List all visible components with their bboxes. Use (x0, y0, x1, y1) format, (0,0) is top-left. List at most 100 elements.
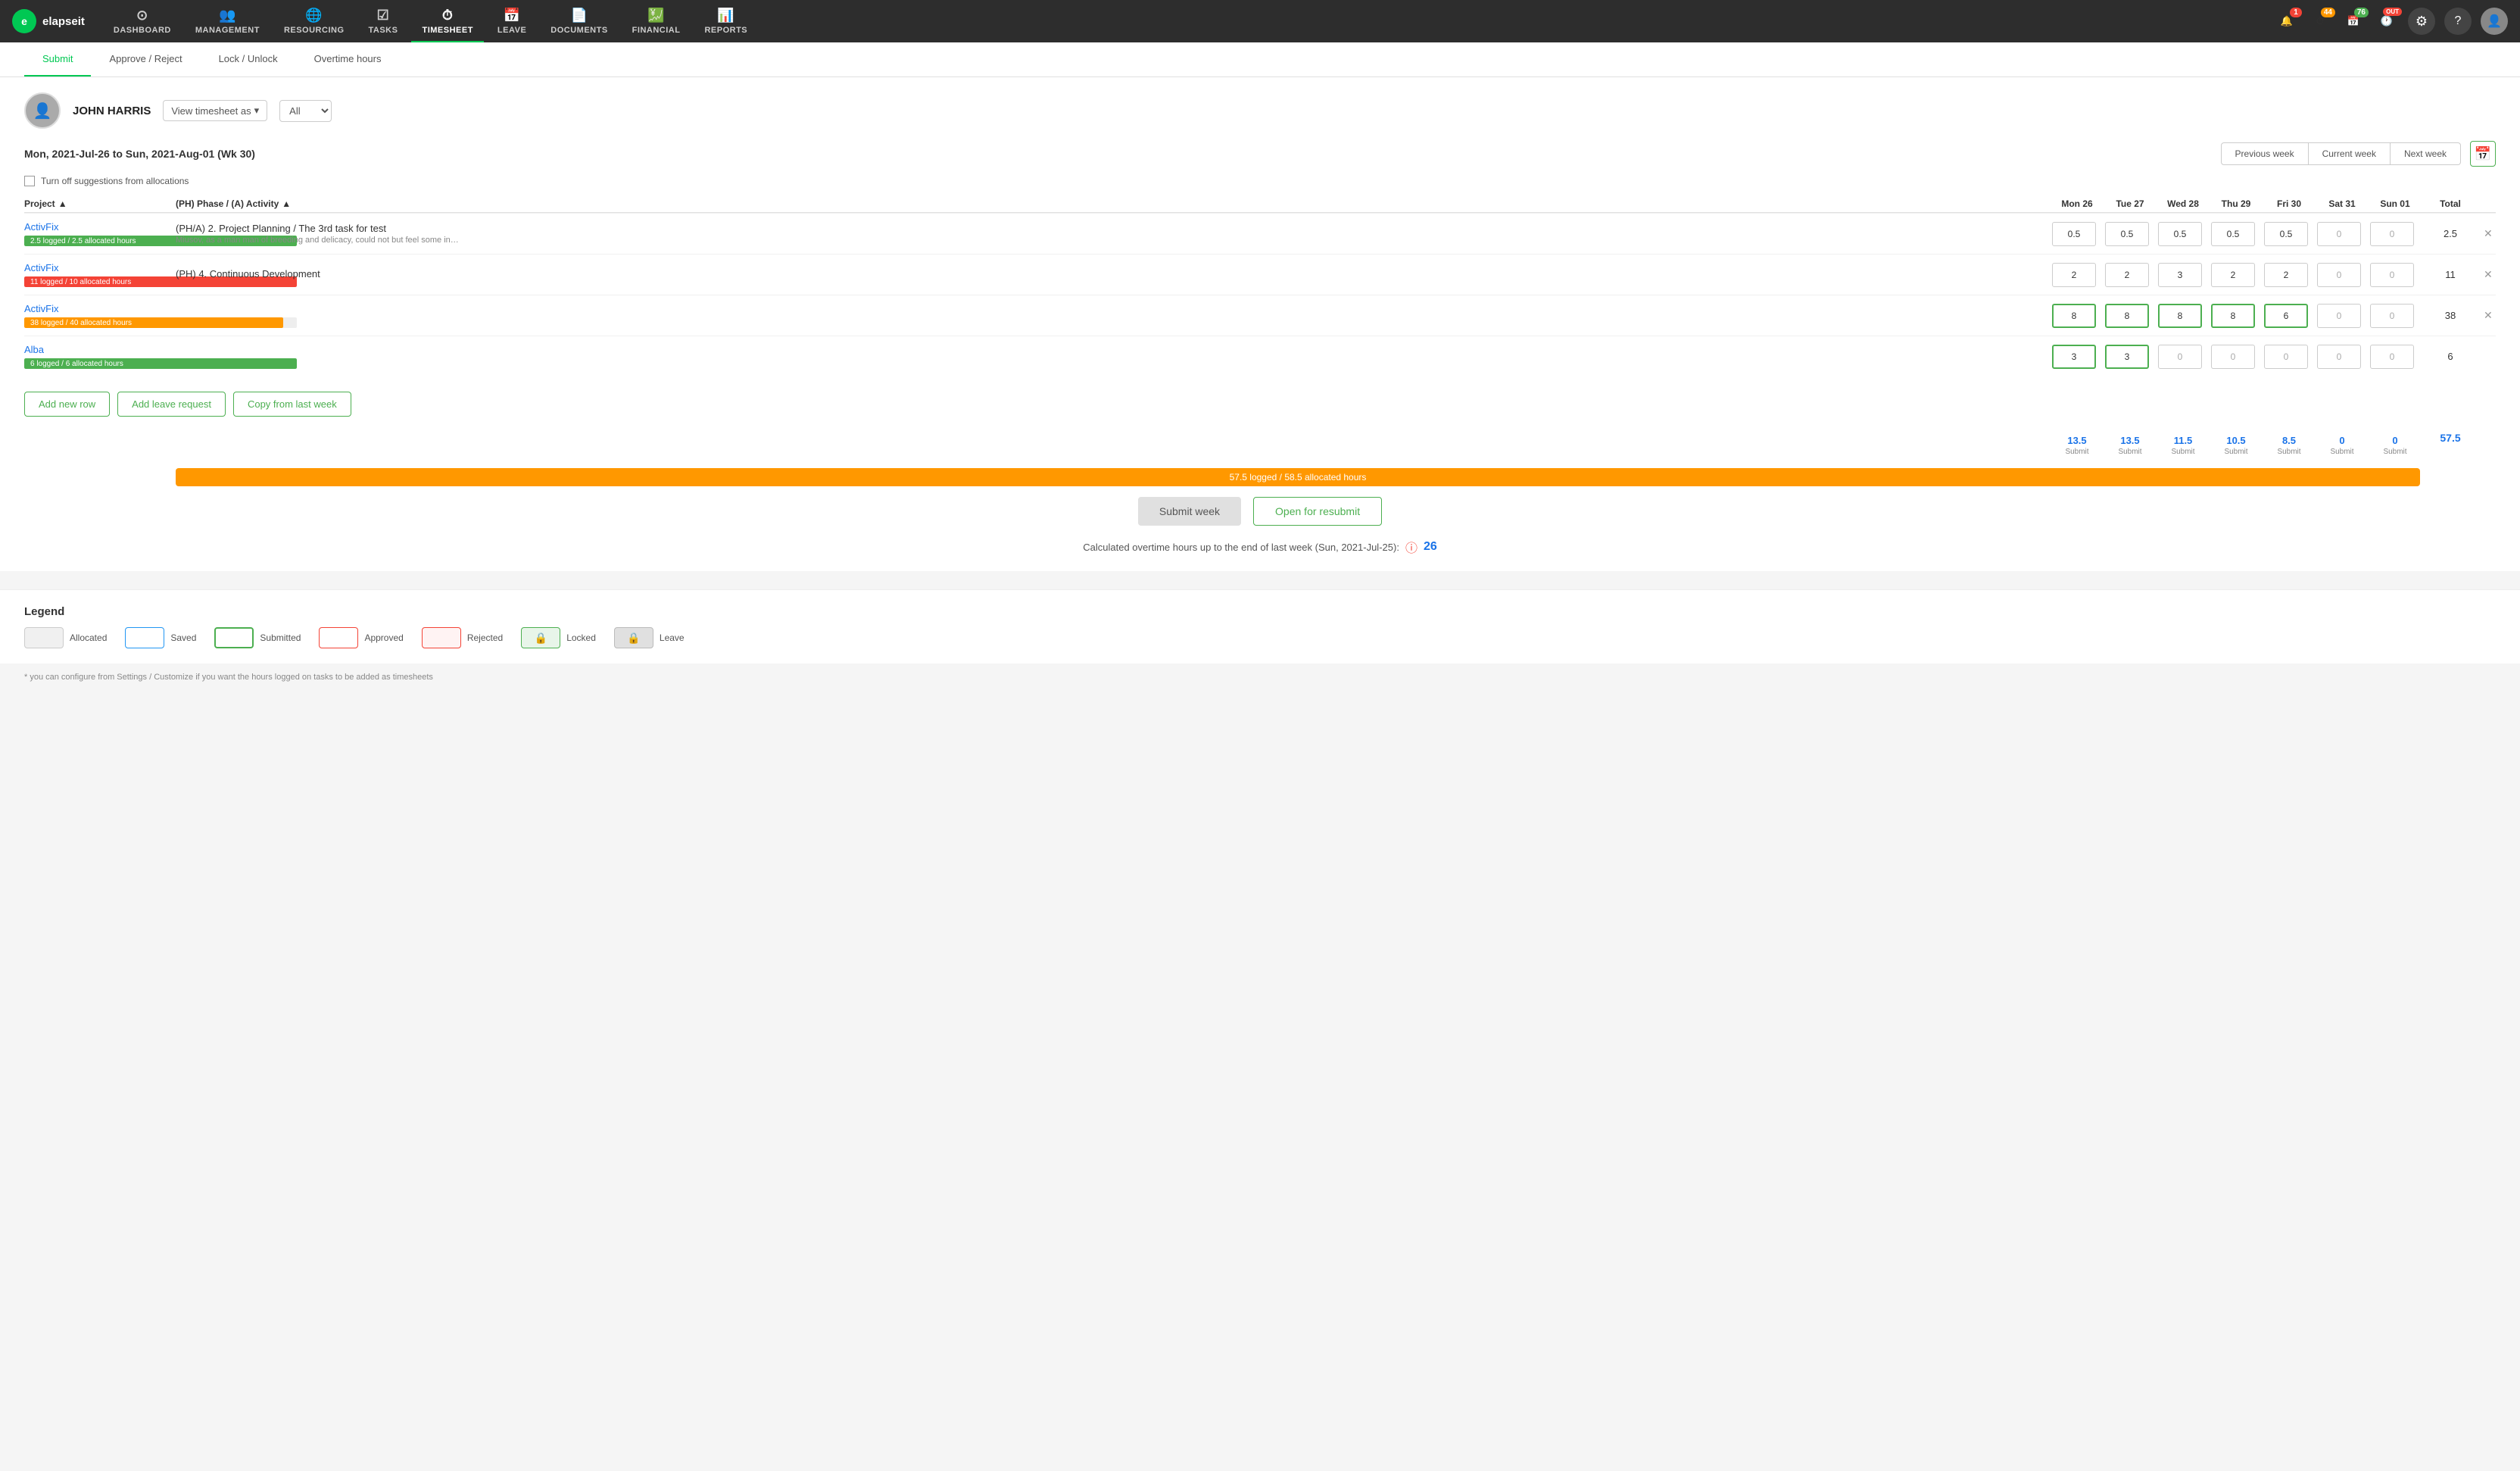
hour-input-3-wed[interactable] (2158, 304, 2202, 328)
nav-documents[interactable]: 📄 DOCUMENTS (540, 3, 618, 39)
totals-sum-section: 13.5 13.5 11.5 10.5 8.5 0 0 Submit Submi… (24, 432, 2496, 456)
clock-badge[interactable]: 🕐 OUT (2375, 9, 2399, 33)
total-cell-4: 6 (2420, 351, 2481, 362)
hour-input-2-tue[interactable] (2105, 263, 2149, 287)
hour-input-1-tue[interactable] (2105, 222, 2149, 246)
open-for-resubmit-button[interactable]: Open for resubmit (1253, 497, 1382, 526)
current-week-button[interactable]: Current week (2309, 142, 2391, 165)
delete-cell-3[interactable]: ✕ (2481, 309, 2496, 322)
nav-financial[interactable]: 💹 FINANCIAL (622, 3, 691, 39)
hour-input-2-mon[interactable] (2052, 263, 2096, 287)
add-leave-request-button[interactable]: Add leave request (117, 392, 226, 417)
user-name: JOHN HARRIS (73, 105, 151, 117)
total-progress-bar: 57.5 logged / 58.5 allocated hours (176, 468, 2420, 486)
financial-icon: 💹 (647, 8, 665, 23)
nav-timesheet[interactable]: ⏱ TIMESHEET (411, 3, 483, 39)
leave-icon: 📅 (504, 8, 521, 23)
all-select[interactable]: All (279, 100, 332, 122)
sum-fri: 8.5 (2264, 432, 2314, 448)
hour-input-4-sat[interactable] (2317, 345, 2361, 369)
delete-cell-2[interactable]: ✕ (2481, 268, 2496, 281)
calendar-badge[interactable]: 📅 76 (2341, 9, 2366, 33)
legend-box-leave: 🔒 (614, 627, 653, 648)
hour-input-4-sun[interactable] (2370, 345, 2414, 369)
tab-overtime-hours[interactable]: Overtime hours (296, 42, 400, 77)
project-name-4[interactable]: Alba (24, 344, 167, 355)
hour-input-1-fri[interactable] (2264, 222, 2308, 246)
documents-icon: 📄 (571, 8, 588, 23)
table-row: ActivFix 2.5 logged / 2.5 allocated hour… (24, 213, 2496, 254)
resourcing-icon: 🌐 (305, 8, 323, 23)
delete-row-3-icon[interactable]: ✕ (2484, 309, 2493, 322)
hour-input-1-thu[interactable] (2211, 222, 2255, 246)
week-navigation: Previous week Current week Next week (2221, 142, 2461, 165)
suggestion-checkbox[interactable] (24, 176, 35, 186)
hour-input-4-thu[interactable] (2211, 345, 2255, 369)
logo-icon: e (12, 9, 36, 33)
tab-approve-reject[interactable]: Approve / Reject (91, 42, 200, 77)
copy-from-last-week-button[interactable]: Copy from last week (233, 392, 351, 417)
hour-input-3-sat[interactable] (2317, 304, 2361, 328)
sort-icon-project[interactable]: ▲ (58, 198, 67, 209)
delete-cell-1[interactable]: ✕ (2481, 227, 2496, 240)
hour-input-2-sat[interactable] (2317, 263, 2361, 287)
sort-icon-activity[interactable]: ▲ (282, 198, 291, 209)
hour-input-3-mon[interactable] (2052, 304, 2096, 328)
legend-title: Legend (24, 605, 2496, 618)
hour-input-4-tue[interactable] (2105, 345, 2149, 369)
submit-week-button[interactable]: Submit week (1138, 497, 1241, 526)
legend-box-approved (319, 627, 358, 648)
logo[interactable]: e elapseit (12, 9, 85, 33)
legend-leave: 🔒 Leave (614, 627, 685, 648)
hour-input-2-thu[interactable] (2211, 263, 2255, 287)
nav-dashboard[interactable]: ⊙ DASHBOARD (103, 3, 182, 39)
user-avatar-nav[interactable]: 👤 (2481, 8, 2508, 35)
nav-tasks[interactable]: ☑ TASKS (358, 3, 409, 39)
overtime-info-icon[interactable]: ⓘ (1405, 538, 1418, 556)
view-timesheet-dropdown[interactable]: View timesheet as ▾ (163, 100, 267, 121)
bell-badge[interactable]: 🔔 1 (2275, 9, 2299, 33)
nav-leave[interactable]: 📅 LEAVE (487, 3, 537, 39)
tab-lock-unlock[interactable]: Lock / Unlock (201, 42, 296, 77)
calendar-picker-button[interactable]: 📅 (2470, 141, 2496, 167)
hour-input-4-fri[interactable] (2264, 345, 2308, 369)
nav-resourcing[interactable]: 🌐 RESOURCING (273, 3, 355, 39)
hour-input-3-tue[interactable] (2105, 304, 2149, 328)
total-column-header: Total (2420, 198, 2481, 209)
hour-input-2-wed[interactable] (2158, 263, 2202, 287)
project-name-2[interactable]: ActivFix (24, 262, 167, 273)
project-name-1[interactable]: ActivFix (24, 221, 167, 233)
nav-management[interactable]: 👥 MANAGEMENT (185, 3, 270, 39)
settings-button[interactable]: ⚙ (2408, 8, 2435, 35)
sum-sat: 0 (2317, 432, 2367, 448)
hour-input-1-sat[interactable] (2317, 222, 2361, 246)
hour-input-1-sun[interactable] (2370, 222, 2414, 246)
clock-count: OUT (2383, 8, 2402, 16)
nav-reports[interactable]: 📊 REPORTS (694, 3, 758, 39)
hours-cells-3 (2052, 304, 2420, 328)
hour-input-3-fri[interactable] (2264, 304, 2308, 328)
table-row: ActivFix 38 logged / 40 allocated hours … (24, 295, 2496, 336)
prev-week-button[interactable]: Previous week (2221, 142, 2309, 165)
dropdown-arrow-icon: ▾ (254, 105, 260, 117)
hour-input-1-wed[interactable] (2158, 222, 2202, 246)
help-button[interactable]: ? (2444, 8, 2472, 35)
hour-input-4-wed[interactable] (2158, 345, 2202, 369)
hour-input-3-thu[interactable] (2211, 304, 2255, 328)
sub-navigation: Submit Approve / Reject Lock / Unlock Ov… (0, 42, 2520, 77)
project-name-3[interactable]: ActivFix (24, 303, 167, 314)
hour-input-1-mon[interactable] (2052, 222, 2096, 246)
hour-input-2-fri[interactable] (2264, 263, 2308, 287)
hour-input-2-sun[interactable] (2370, 263, 2414, 287)
delete-row-2-icon[interactable]: ✕ (2484, 268, 2493, 281)
delete-row-1-icon[interactable]: ✕ (2484, 227, 2493, 240)
next-week-button[interactable]: Next week (2391, 142, 2461, 165)
tab-submit[interactable]: Submit (24, 42, 91, 77)
timer-badge[interactable]: ⏱ 44 (2308, 9, 2332, 33)
sum-mon: 13.5 (2052, 432, 2102, 448)
footer-note: * you can configure from Settings / Cust… (0, 673, 2520, 682)
add-new-row-button[interactable]: Add new row (24, 392, 110, 417)
hour-input-4-mon[interactable] (2052, 345, 2096, 369)
hour-input-3-sun[interactable] (2370, 304, 2414, 328)
project-bar-3: 38 logged / 40 allocated hours (24, 317, 297, 328)
